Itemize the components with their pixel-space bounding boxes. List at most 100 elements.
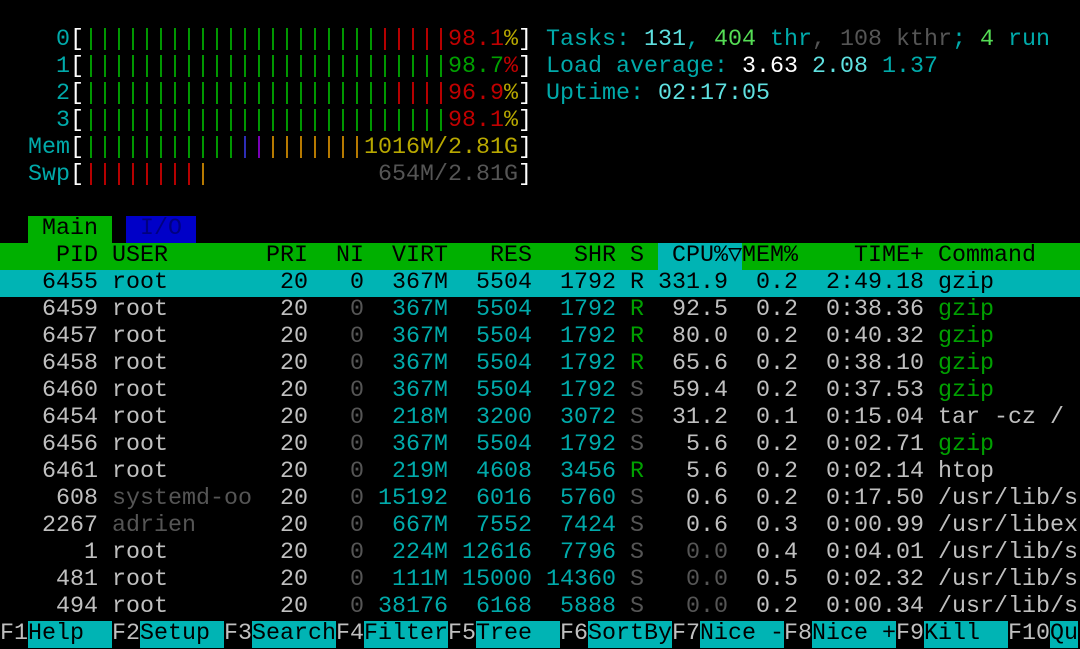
- column-header-res[interactable]: RES: [448, 243, 532, 270]
- summary-text: 3.63: [742, 54, 812, 80]
- fkey-button-nice--[interactable]: Nice -: [700, 621, 784, 648]
- process-mem: 0.2: [756, 270, 798, 296]
- process-command: gzip: [938, 324, 994, 350]
- summary-text: thr: [756, 27, 812, 53]
- column-header-cpu-sorted[interactable]: CPU% ▽: [658, 243, 742, 270]
- column-header-shr[interactable]: SHR: [532, 243, 616, 270]
- process-cpu: 0.6: [686, 513, 728, 539]
- process-row[interactable]: 6454 root 20 0 218M 3200 3072 S 31.2 0.1 0:15.04 ta…: [0, 405, 1080, 432]
- meter-segment: 1016M/2.81G: [364, 135, 518, 161]
- process-user: root: [112, 270, 168, 296]
- fkey-f8[interactable]: F8: [784, 621, 812, 648]
- process-row[interactable]: 6456 root 20 0 367M 5504 1792 S 5.6 0.2 0:02.71 gzi…: [0, 432, 1080, 459]
- process-ni: 0: [350, 540, 364, 566]
- process-shr: 1792: [560, 432, 616, 458]
- process-row[interactable]: 494 root 20 0 38176 6168 5888 S 0.0 0.2 0:00.34/us…: [0, 594, 1080, 621]
- process-row[interactable]: 2267 adrien 20 0 667M 7552 7424 S 0.6 0.3 0:00.99 /…: [0, 513, 1080, 540]
- process-user: root: [112, 567, 168, 593]
- process-row[interactable]: 6459 root 20 0 367M 5504 1792 R 92.5 0.2 0:38.36 gz…: [0, 297, 1080, 324]
- process-user: root: [112, 540, 168, 566]
- column-header: PID USER PRI NI VIRT RES SHR S MEM% TIME+ Command C…: [0, 243, 1080, 270]
- process-ni: 0: [350, 378, 364, 404]
- fkey-button-tree[interactable]: Tree: [476, 621, 560, 648]
- process-res: 5504: [476, 378, 532, 404]
- meter-segment: 98.1: [448, 108, 504, 134]
- column-header-virt[interactable]: VIRT: [364, 243, 448, 270]
- column-header-cpu[interactable]: CPU%: [672, 243, 728, 270]
- process-virt: 219M: [392, 459, 448, 485]
- fkey-button-filter[interactable]: Filter: [364, 621, 448, 648]
- column-header-s[interactable]: S: [630, 243, 644, 270]
- column-header-pri[interactable]: PRI: [252, 243, 308, 270]
- meter-mem: Mem[||||||||||| | | ||||||| 1016M/2.81G]: [0, 135, 1080, 162]
- process-pid: 6457: [42, 324, 98, 350]
- column-header-time[interactable]: TIME+: [798, 243, 924, 270]
- fkey-f4[interactable]: F4: [336, 621, 364, 648]
- process-cpu: 5.6: [686, 459, 728, 485]
- process-cpu: 0.0: [686, 540, 728, 566]
- meter-bracket-close: ]: [518, 108, 532, 134]
- meter-segment: |: [238, 135, 252, 161]
- fkey-button-search[interactable]: Search: [252, 621, 336, 648]
- process-pri: 20: [280, 378, 308, 404]
- process-ni: 0: [350, 324, 364, 350]
- process-ni: 0: [350, 486, 364, 512]
- process-cpu: 0.0: [686, 567, 728, 593]
- process-row[interactable]: 6457 root 20 0 367M 5504 1792 R 80.0 0.2 0:40.32 gz…: [0, 324, 1080, 351]
- process-pid: 1: [84, 540, 98, 566]
- fkey-button-nice-[interactable]: Nice +: [812, 621, 896, 648]
- process-s: S: [630, 540, 644, 566]
- process-virt: 38176: [378, 594, 448, 620]
- tasks-summary: Tasks: 131, 404 thr, 108 kthr; 4 run: [0, 27, 1080, 54]
- column-header-ni[interactable]: NI: [308, 243, 364, 270]
- fkey-f9[interactable]: F9: [896, 621, 924, 648]
- summary-text: 02:17:05: [658, 81, 770, 107]
- process-row[interactable]: 481 root 20 0 111M 15000 14360 S 0.0 0.5 0:02.32/u…: [0, 567, 1080, 594]
- process-row[interactable]: 6458 root 20 0 367M 5504 1792 R 65.6 0.2 0:38.10 gz…: [0, 351, 1080, 378]
- process-res: 5504: [476, 351, 532, 377]
- fkey-button-qu[interactable]: Qu: [1050, 621, 1078, 648]
- fkey-button-sortby[interactable]: SortBy: [588, 621, 672, 648]
- process-virt: 367M: [392, 351, 448, 377]
- fkey-f1[interactable]: F1: [0, 621, 28, 648]
- process-row[interactable]: 6461 root 20 0 219M 4608 3456 R 5.6 0.2 0:02.14 hto…: [0, 459, 1080, 486]
- process-virt: 367M: [392, 432, 448, 458]
- fkey-button-setup[interactable]: Setup: [140, 621, 224, 648]
- process-shr: 3456: [560, 459, 616, 485]
- process-virt: 367M: [392, 297, 448, 323]
- fkey-f7[interactable]: F7: [672, 621, 700, 648]
- process-s: S: [630, 432, 644, 458]
- column-header-pid[interactable]: PID: [0, 243, 98, 270]
- fkey-f5[interactable]: F5: [448, 621, 476, 648]
- fkey-f2[interactable]: F2: [112, 621, 140, 648]
- process-res: 15000: [462, 567, 532, 593]
- summary-text: Load average:: [546, 54, 742, 80]
- process-ni: 0: [350, 459, 364, 485]
- process-user: root: [112, 405, 168, 431]
- process-row[interactable]: 6455 root 20 0 367M 5504 1792 R 331.9 0.2 2:49.18 g…: [0, 270, 1080, 297]
- fkey-f10[interactable]: F10: [1008, 621, 1050, 648]
- tab-main[interactable]: Main: [28, 216, 112, 243]
- process-row[interactable]: 6460 root 20 0 367M 5504 1792 S 59.4 0.2 0:37.53 gz…: [0, 378, 1080, 405]
- process-s: R: [630, 324, 644, 350]
- process-ni: 0: [350, 594, 364, 620]
- meter-segment: %: [504, 108, 518, 134]
- process-row[interactable]: 1 root 20 0 224M 12616 7796 S 0.0 0.4 0:04.01/usr/…: [0, 540, 1080, 567]
- process-pid: 6458: [42, 351, 98, 377]
- column-header-user[interactable]: USER: [112, 243, 252, 270]
- fkey-button-help[interactable]: Help: [28, 621, 112, 648]
- process-time: 0:38.10: [826, 351, 924, 377]
- process-pid: 6461: [42, 459, 98, 485]
- column-header-command[interactable]: Command: [938, 243, 1080, 270]
- process-row[interactable]: 608 systemd-oo 20 0 15192 6016 5760 S 0.6 0.2 0:17…: [0, 486, 1080, 513]
- process-pid: 6460: [42, 378, 98, 404]
- tab-io[interactable]: I/O: [126, 216, 196, 243]
- fkey-button-kill[interactable]: Kill: [924, 621, 1008, 648]
- column-header-mem[interactable]: MEM%: [742, 243, 798, 270]
- process-pid: 6454: [42, 405, 98, 431]
- process-pid: 608: [56, 486, 98, 512]
- process-virt: 367M: [392, 270, 448, 296]
- process-res: 5504: [476, 324, 532, 350]
- fkey-f3[interactable]: F3: [224, 621, 252, 648]
- fkey-f6[interactable]: F6: [560, 621, 588, 648]
